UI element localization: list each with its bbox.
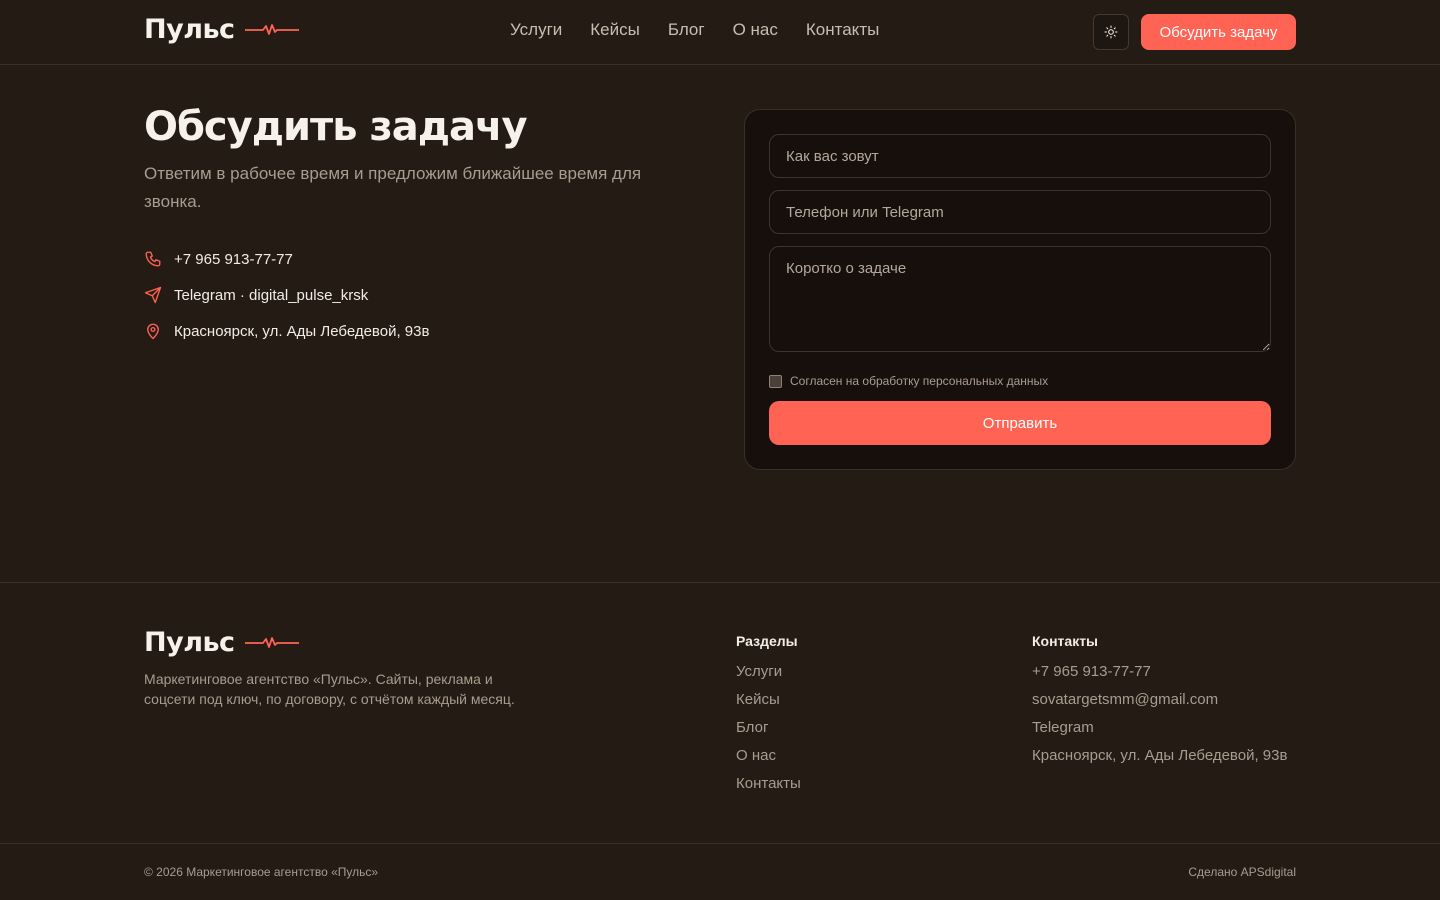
footer-link-contacts[interactable]: Контакты	[736, 775, 801, 803]
pulse-line-icon	[244, 636, 299, 648]
name-input[interactable]	[769, 134, 1271, 178]
footer-description: Маркетинговое агентство «Пульс». Сайты, …	[144, 671, 515, 707]
nav-item-about[interactable]: О нас	[733, 20, 778, 40]
copyright: © 2026 Маркетинговое агентство «Пульс»	[144, 865, 379, 879]
footer-phone-link[interactable]: +7 965 913-77-77	[1032, 663, 1287, 691]
phone-icon	[144, 250, 162, 268]
footer-logo[interactable]: Пульс	[144, 627, 299, 658]
page-subtitle: Ответим в рабочее время и предложим ближ…	[144, 164, 642, 211]
site-header: Пульс Услуги Кейсы Блог О нас Контакты О…	[0, 0, 1440, 65]
footer-sections: Разделы Услуги Кейсы Блог О нас Контакты	[736, 633, 801, 803]
pulse-line-icon	[244, 23, 299, 35]
footer-link-cases[interactable]: Кейсы	[736, 691, 801, 719]
footer-email-link[interactable]: sovatargetsmm@gmail.com	[1032, 691, 1287, 719]
footer-link-about[interactable]: О нас	[736, 747, 801, 775]
contact-telegram-text: Telegram · digital_pulse_krsk	[174, 286, 369, 304]
submit-button[interactable]: Отправить	[769, 401, 1271, 445]
map-pin-icon	[144, 322, 162, 340]
logo-text: Пульс	[144, 14, 235, 45]
task-textarea[interactable]	[769, 246, 1271, 352]
contact-phone-text: +7 965 913-77-77	[174, 250, 293, 268]
footer-contacts-title: Контакты	[1032, 633, 1099, 649]
nav-item-services[interactable]: Услуги	[510, 20, 562, 40]
contact-list: +7 965 913-77-77 Telegram · digital_puls…	[144, 248, 429, 356]
nav-item-cases[interactable]: Кейсы	[590, 20, 640, 40]
site-footer: Пульс Маркетинговое агентство «Пульс». С…	[0, 582, 1440, 844]
contact-address-text: Красноярск, ул. Ады Лебедевой, 93в	[174, 322, 430, 340]
contact-phone[interactable]: +7 965 913-77-77	[144, 248, 429, 270]
nav-item-contacts[interactable]: Контакты	[806, 20, 879, 40]
footer-link-services[interactable]: Услуги	[736, 663, 801, 691]
consent-label: Согласен на обработку персональных данны…	[790, 374, 1049, 388]
send-icon	[144, 286, 162, 304]
phone-telegram-input[interactable]	[769, 190, 1271, 234]
logo[interactable]: Пульс	[144, 14, 299, 45]
main-nav: Услуги Кейсы Блог О нас Контакты	[510, 20, 879, 40]
footer-telegram-link[interactable]: Telegram	[1032, 719, 1287, 747]
footer-logo-text: Пульс	[144, 627, 235, 658]
footer-address: Красноярск, ул. Ады Лебедевой, 93в	[1032, 747, 1288, 764]
contact-telegram[interactable]: Telegram · digital_pulse_krsk	[144, 284, 429, 306]
footer-link-blog[interactable]: Блог	[736, 719, 801, 747]
consent-checkbox[interactable]	[769, 374, 782, 388]
nav-item-blog[interactable]: Блог	[668, 20, 705, 40]
footer-bottom-bar: © 2026 Маркетинговое агентство «Пульс» С…	[0, 843, 1440, 900]
page-title: Обсудить задачу	[144, 104, 528, 150]
footer-sections-title: Разделы	[736, 633, 798, 649]
discuss-task-button[interactable]: Обсудить задачу	[1141, 14, 1296, 50]
sun-icon	[1104, 25, 1118, 39]
contact-address: Красноярск, ул. Ады Лебедевой, 93в	[144, 320, 429, 342]
consent-row[interactable]: Согласен на обработку персональных данны…	[769, 374, 1048, 388]
footer-contacts: Контакты +7 965 913-77-77 sovatargetsmm@…	[1032, 633, 1287, 775]
contact-form: Согласен на обработку персональных данны…	[744, 109, 1296, 470]
made-by-link[interactable]: Сделано APSdigital	[1188, 865, 1296, 879]
theme-toggle-button[interactable]	[1093, 14, 1129, 50]
